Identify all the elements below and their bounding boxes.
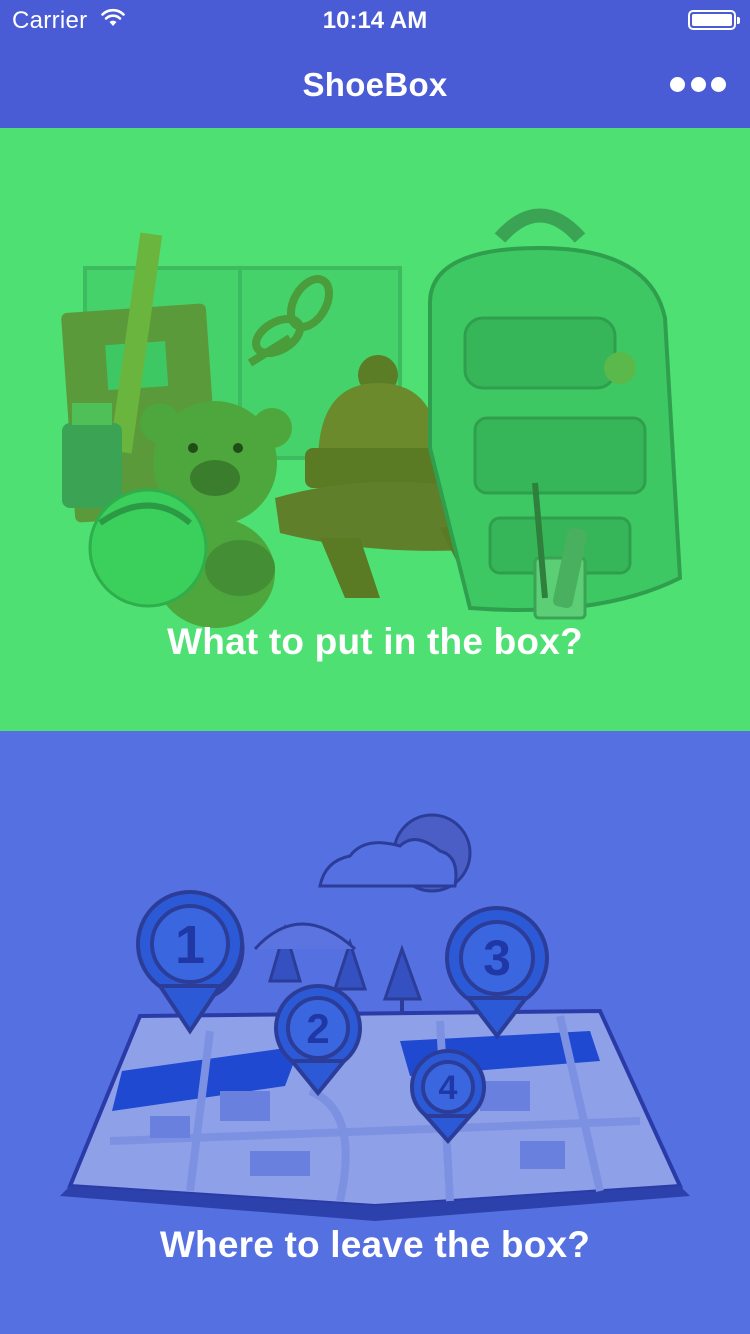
status-time: 10:14 AM [322, 7, 428, 34]
what-to-put-panel[interactable]: What to put in the box? [0, 128, 750, 731]
more-options-button[interactable] [670, 64, 726, 104]
more-horizontal-icon-dot [711, 76, 726, 92]
pin-3-label: 3 [483, 930, 511, 986]
more-horizontal-icon-dot [690, 76, 706, 92]
where-to-leave-caption: Where to leave the box? [159, 1224, 591, 1265]
battery-level [692, 14, 732, 26]
pin-1-label: 1 [175, 915, 205, 975]
battery-icon [688, 10, 740, 30]
app-title: ShoeBox [302, 66, 448, 103]
more-horizontal-icon-dot [670, 76, 685, 92]
where-to-leave-panel[interactable]: 1 2 3 4 Where to leave the box? [0, 731, 750, 1334]
navigation-bar: ShoeBox [0, 40, 750, 128]
pin-2-label: 2 [306, 1005, 329, 1052]
pin-4-label: 4 [439, 1069, 458, 1107]
what-to-put-caption: What to put in the box? [167, 621, 583, 662]
status-bar: Carrier 10:14 AM [0, 0, 750, 40]
